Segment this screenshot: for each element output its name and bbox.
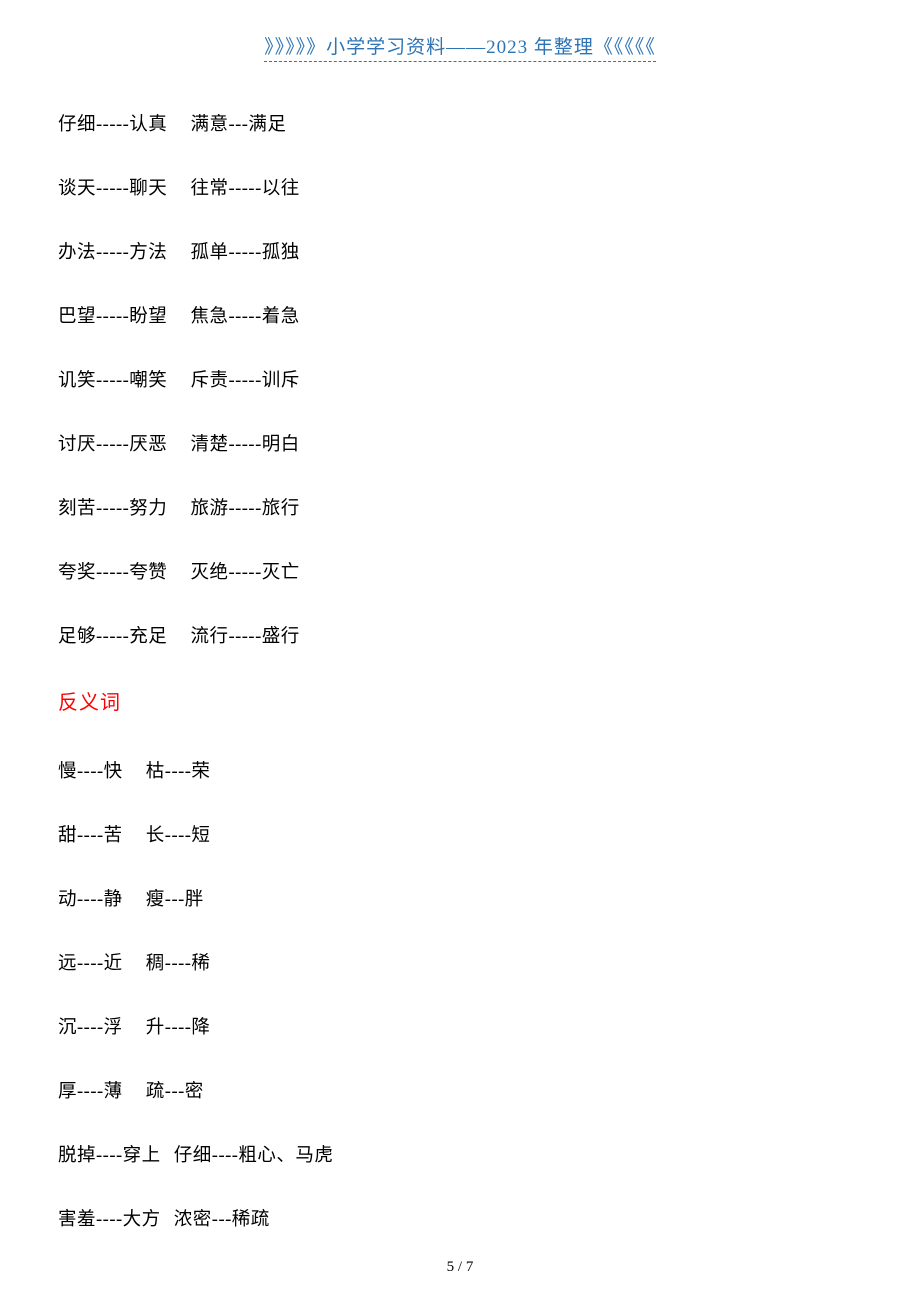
word-pair: 旅游-----旅行	[190, 494, 299, 520]
header-title: 》》》》》小学学习资料——2023 年整理《《《《《	[264, 32, 656, 62]
antonym-line: 远----近 稠----稀	[58, 949, 920, 975]
word-pair: 焦急-----着急	[190, 302, 299, 328]
synonym-line: 讨厌-----厌恶 清楚-----明白	[58, 430, 920, 456]
page-header: 》》》》》小学学习资料——2023 年整理《《《《《	[0, 0, 920, 62]
synonym-line: 夸奖-----夸赞 灭绝-----灭亡	[58, 558, 920, 584]
word-pair: 办法-----方法	[58, 238, 167, 264]
word-pair: 害羞----大方	[58, 1205, 161, 1231]
antonym-line: 厚----薄 疏---密	[58, 1077, 920, 1103]
synonym-line: 谈天-----聊天 往常-----以往	[58, 174, 920, 200]
word-pair: 夸奖-----夸赞	[58, 558, 167, 584]
word-pair: 谈天-----聊天	[58, 174, 167, 200]
synonym-line: 仔细-----认真 满意---满足	[58, 110, 920, 136]
word-pair: 仔细-----认真	[58, 110, 167, 136]
word-pair: 疏---密	[146, 1077, 204, 1103]
synonym-line: 刻苦-----努力 旅游-----旅行	[58, 494, 920, 520]
word-pair: 慢----快	[58, 757, 123, 783]
word-pair: 动----静	[58, 885, 123, 911]
word-pair: 斥责-----训斥	[190, 366, 299, 392]
page-number: 5 / 7	[0, 1259, 920, 1276]
word-pair: 甜----苦	[58, 821, 123, 847]
synonym-line: 讥笑-----嘲笑 斥责-----训斥	[58, 366, 920, 392]
word-pair: 刻苦-----努力	[58, 494, 167, 520]
word-pair: 孤单-----孤独	[190, 238, 299, 264]
word-pair: 巴望-----盼望	[58, 302, 167, 328]
word-pair: 满意---满足	[190, 110, 286, 136]
word-pair: 讥笑-----嘲笑	[58, 366, 167, 392]
word-pair: 流行-----盛行	[190, 622, 299, 648]
word-pair: 往常-----以往	[190, 174, 299, 200]
word-pair: 远----近	[58, 949, 123, 975]
word-pair: 升----降	[146, 1013, 211, 1039]
word-pair: 瘦---胖	[146, 885, 204, 911]
antonym-line: 脱掉----穿上 仔细----粗心、马虎	[58, 1141, 920, 1167]
synonym-line: 巴望-----盼望 焦急-----着急	[58, 302, 920, 328]
antonym-line: 动----静 瘦---胖	[58, 885, 920, 911]
word-pair: 清楚-----明白	[190, 430, 299, 456]
synonym-line: 办法-----方法 孤单-----孤独	[58, 238, 920, 264]
word-pair: 仔细----粗心、马虎	[174, 1141, 334, 1167]
word-pair: 稠----稀	[146, 949, 211, 975]
synonym-line: 足够-----充足 流行-----盛行	[58, 622, 920, 648]
antonym-line: 害羞----大方 浓密---稀疏	[58, 1205, 920, 1231]
word-pair: 枯----荣	[146, 757, 211, 783]
word-pair: 足够-----充足	[58, 622, 167, 648]
word-pair: 沉----浮	[58, 1013, 123, 1039]
word-pair: 长----短	[146, 821, 211, 847]
antonym-line: 甜----苦 长----短	[58, 821, 920, 847]
word-pair: 灭绝-----灭亡	[190, 558, 299, 584]
word-pair: 厚----薄	[58, 1077, 123, 1103]
word-pair: 讨厌-----厌恶	[58, 430, 167, 456]
antonym-line: 沉----浮 升----降	[58, 1013, 920, 1039]
antonym-line: 慢----快 枯----荣	[58, 757, 920, 783]
antonym-heading: 反义词	[58, 686, 920, 715]
word-pair: 脱掉----穿上	[58, 1141, 161, 1167]
word-pair: 浓密---稀疏	[174, 1205, 270, 1231]
content-area: 仔细-----认真 满意---满足 谈天-----聊天 往常-----以往 办法…	[0, 62, 920, 1231]
